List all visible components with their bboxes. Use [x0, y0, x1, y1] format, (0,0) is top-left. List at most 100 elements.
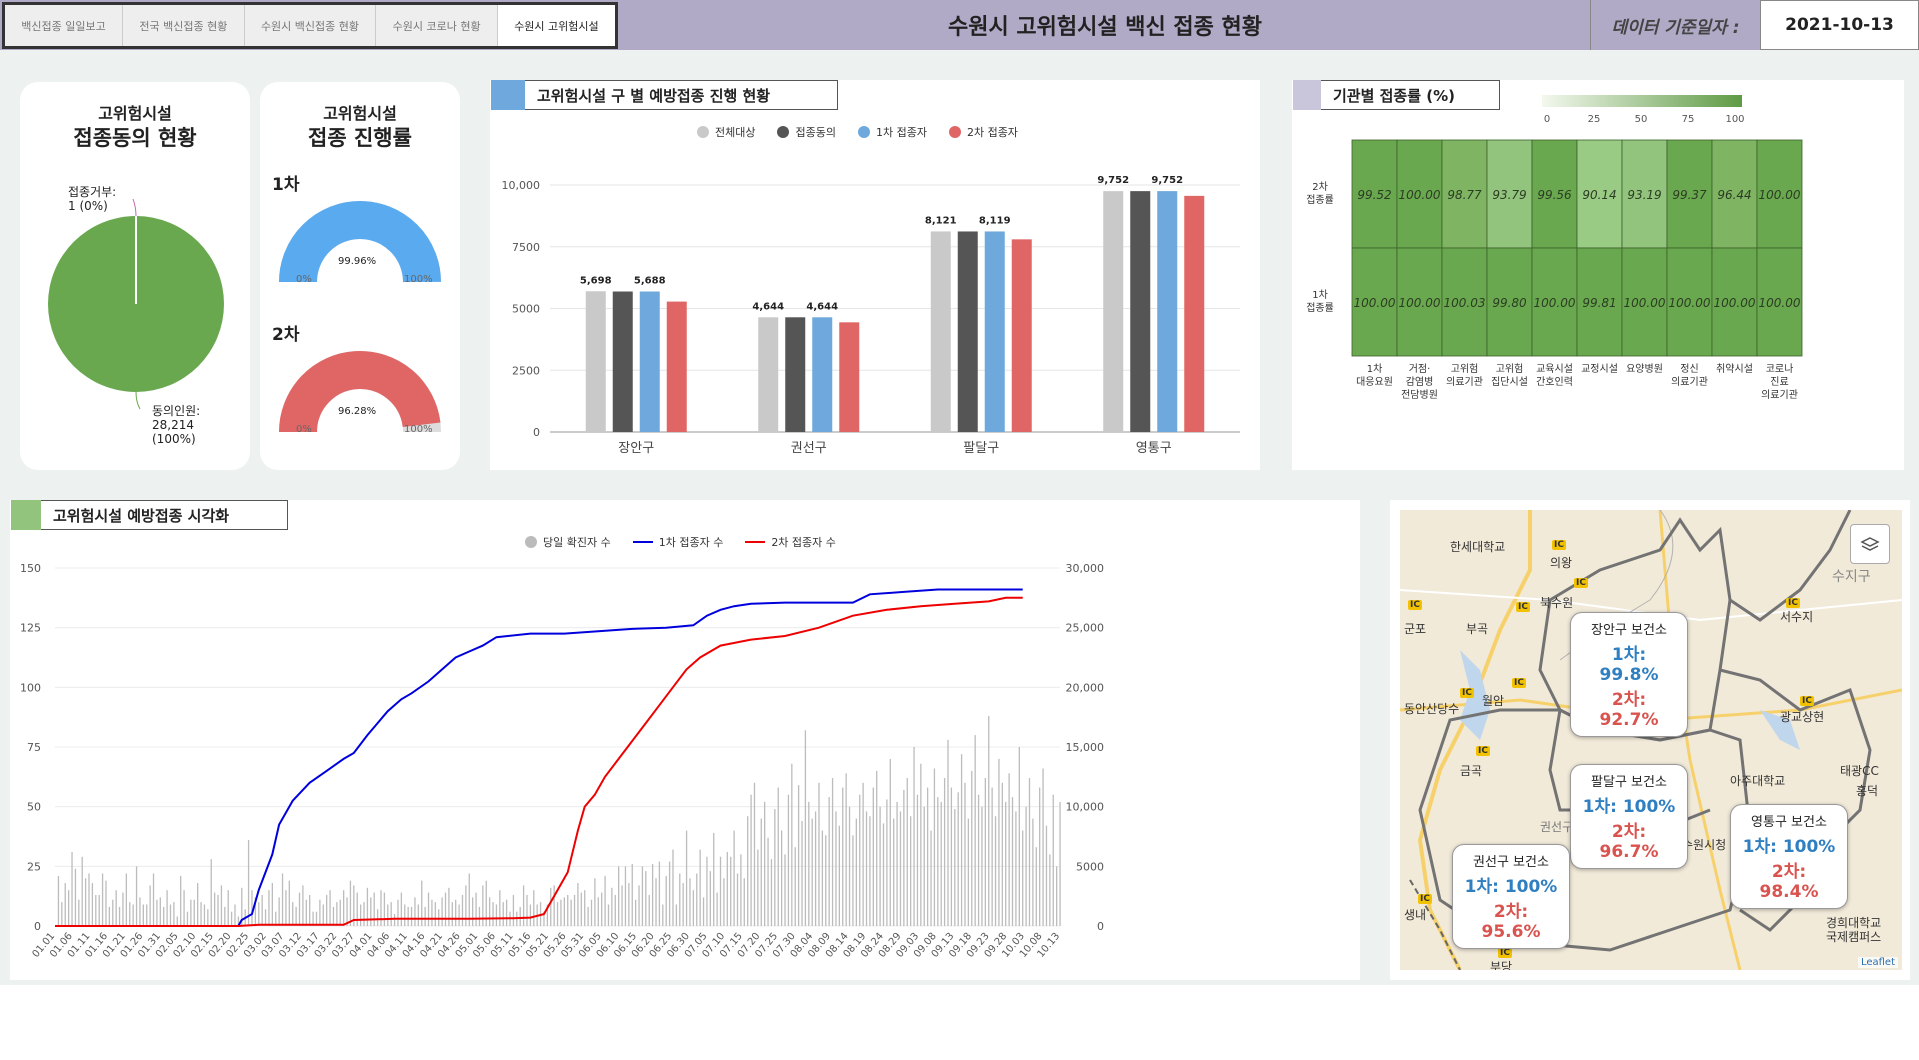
daily-case-bar	[580, 892, 582, 926]
tab-suwon-vaccine[interactable]: 수원시 백신접종 현황	[244, 5, 377, 46]
y-right-tick-label: 20,000	[1066, 681, 1105, 694]
x-category-label: 권선구	[791, 441, 827, 456]
column-label: 1차	[1367, 363, 1383, 375]
daily-case-bar	[129, 902, 131, 926]
daily-case-bar	[916, 794, 919, 926]
data-label: 8,119	[979, 215, 1011, 226]
daily-case-bar	[668, 861, 671, 926]
daily-case-bar	[64, 883, 66, 926]
daily-case-bar	[203, 904, 206, 926]
map-label: 광교상현	[1780, 710, 1825, 724]
column-label: 의료기관	[1446, 376, 1483, 388]
layers-icon[interactable]	[1850, 524, 1890, 564]
daily-case-bar	[332, 906, 335, 926]
row-label: 1차	[1312, 289, 1328, 301]
daily-case-bar	[451, 902, 453, 926]
gauge-2-max: 100%	[404, 424, 433, 435]
daily-case-bar	[699, 849, 701, 926]
daily-case-bar	[1049, 854, 1051, 926]
daily-case-bar	[774, 809, 776, 926]
row-label: 접종률	[1306, 194, 1334, 206]
daily-case-bar	[702, 897, 705, 926]
district-bar-chart: 0 2500 5000 7500 10,000 5,698 5,688 장안구 4,644 4,6…	[502, 175, 1240, 456]
daily-case-bar	[278, 897, 280, 926]
bar	[839, 322, 860, 432]
daily-case-bar	[719, 856, 722, 926]
y-left-tick-label: 75	[27, 741, 41, 754]
daily-case-bar	[461, 894, 464, 926]
daily-case-bar	[567, 894, 569, 926]
daily-case-bar	[560, 899, 562, 926]
daily-case-bar	[1018, 747, 1020, 926]
interchange-icon: IC	[1512, 678, 1526, 688]
daily-case-bar	[716, 892, 718, 926]
daily-case-bar	[112, 899, 114, 926]
interchange-icon: IC	[1460, 688, 1474, 698]
daily-case-bar	[197, 883, 199, 926]
daily-case-bar	[478, 906, 481, 926]
map-attribution[interactable]: Leaflet	[1857, 957, 1898, 968]
column-label: 고위험	[1451, 362, 1479, 375]
map-label: 수지구	[1832, 569, 1871, 585]
popup-paldal[interactable]: 팔달구 보건소 1차: 100% 2차: 96.7%	[1570, 764, 1688, 869]
daily-case-bar	[441, 897, 443, 926]
bar	[930, 231, 951, 432]
timeline-panel: 고위험시설 예방접종 시각화 당일 확진자 수 1차 접종자 수 2차 접종자 …	[10, 500, 1360, 980]
daily-case-bar	[780, 830, 783, 926]
consent-title-1: 고위험시설	[98, 104, 172, 123]
daily-case-bar	[747, 816, 749, 926]
daily-case-bar	[1001, 782, 1003, 926]
map-label: 군포	[1404, 622, 1427, 636]
daily-case-bar	[655, 878, 657, 926]
popup-yeongtong[interactable]: 영통구 보건소 1차: 100% 2차: 98.4%	[1730, 804, 1848, 909]
tab-suwon-corona[interactable]: 수원시 코로나 현황	[376, 5, 498, 46]
gauge-2-min: 0%	[296, 424, 312, 435]
cell-value-label: 100.00	[1399, 296, 1441, 310]
gauge-fill	[279, 200, 441, 283]
date-label: 데이터 기준일자 :	[1590, 0, 1760, 50]
column-label: 집단시설	[1491, 376, 1528, 388]
daily-case-bar	[607, 904, 610, 926]
daily-case-bar	[614, 894, 616, 926]
daily-case-bar	[974, 735, 976, 926]
column-label: 요양병원	[1626, 363, 1663, 375]
daily-case-bar	[200, 902, 202, 926]
second-dose-line	[55, 596, 1023, 927]
daily-case-bar	[285, 890, 287, 926]
daily-case-bar	[553, 885, 555, 926]
interchange-icon: IC	[1476, 746, 1490, 756]
daily-case-bar	[146, 904, 148, 926]
popup-jangan[interactable]: 장안구 보건소 1차: 99.8% 2차: 92.7%	[1570, 612, 1688, 737]
daily-case-bar	[645, 871, 647, 926]
daily-case-bar	[1059, 801, 1061, 926]
column-label: 대응요원	[1356, 376, 1393, 388]
daily-case-bar	[814, 811, 817, 926]
tab-daily-report[interactable]: 백신접종 일일보고	[5, 5, 124, 46]
tab-national-vaccine[interactable]: 전국 백신접종 현황	[123, 5, 245, 46]
page-title: 수원시 고위험시설 백신 접종 현황	[948, 15, 1262, 40]
row-label: 2차	[1312, 181, 1328, 193]
daily-case-bar	[220, 885, 223, 926]
district-map[interactable]: 한세대학교 의왕 북수원 부곡 군포 동안산당수 월암 금곡 권선구 생내 부당…	[1400, 510, 1902, 970]
daily-case-bar	[502, 902, 504, 926]
daily-case-bar	[838, 825, 841, 926]
data-label: 5,698	[580, 275, 612, 286]
daily-case-bar	[427, 892, 430, 926]
daily-case-bar	[512, 894, 515, 926]
y-left-tick-label: 150	[20, 562, 41, 575]
daily-case-bar	[458, 904, 460, 926]
cell-value-label: 96.44	[1717, 188, 1751, 202]
daily-case-bar	[821, 830, 824, 926]
daily-case-bar	[319, 899, 321, 926]
tab-suwon-high-risk[interactable]: 수원시 고위험시설	[497, 5, 615, 46]
daily-case-bar	[590, 899, 593, 926]
popup-gwonseon[interactable]: 권선구 보건소 1차: 100% 2차: 95.6%	[1452, 844, 1570, 949]
daily-case-bar	[115, 890, 117, 926]
daily-case-bar	[258, 902, 260, 926]
daily-case-bar	[410, 906, 413, 926]
data-label: 5,688	[634, 276, 666, 287]
daily-case-bar	[1008, 773, 1010, 926]
daily-case-bar	[380, 890, 382, 926]
daily-case-bar	[98, 894, 100, 926]
column-label: 교정시설	[1581, 363, 1618, 375]
